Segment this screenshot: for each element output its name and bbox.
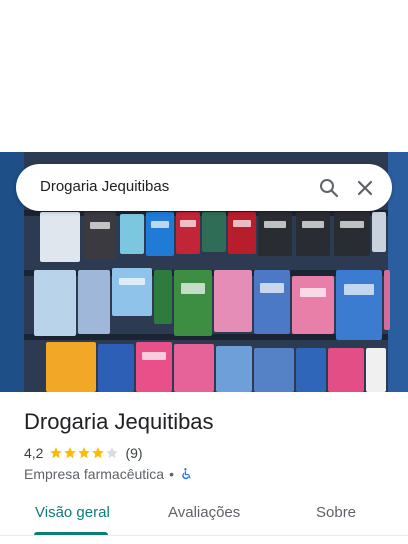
tab-bar: Visão geral Avaliações Sobre <box>0 494 408 538</box>
place-category: Empresa farmacêutica <box>24 466 165 482</box>
product-package <box>40 212 80 262</box>
product-package <box>120 214 144 254</box>
product-package <box>258 212 292 256</box>
tab-reviews[interactable]: Avaliações <box>168 504 240 521</box>
star-icon <box>92 447 105 459</box>
product-package <box>46 342 96 392</box>
star-icon <box>64 447 77 459</box>
product-package <box>372 212 386 252</box>
separator-dot: • <box>169 466 174 482</box>
tab-divider <box>0 535 408 536</box>
product-package <box>84 212 116 260</box>
place-title: Drogaria Jequitibas <box>24 409 214 434</box>
category-row: Empresa farmacêutica • <box>24 465 193 483</box>
product-package <box>136 342 172 392</box>
search-box[interactable]: Drogaria Jequitibas <box>16 164 392 211</box>
search-icon[interactable] <box>317 176 341 200</box>
product-package <box>174 344 214 392</box>
product-package <box>254 270 290 334</box>
rating-row[interactable]: 4,2 (9) <box>24 444 143 462</box>
product-package <box>336 270 382 340</box>
tab-overview[interactable]: Visão geral <box>35 504 110 521</box>
product-package <box>296 348 326 392</box>
star-empty-icon <box>106 447 119 459</box>
product-package <box>384 270 390 330</box>
product-package <box>214 270 252 332</box>
product-package <box>112 268 152 316</box>
tab-about[interactable]: Sobre <box>316 504 356 521</box>
product-package <box>254 348 294 392</box>
product-package <box>292 276 334 334</box>
star-rating <box>49 446 119 460</box>
product-package <box>154 270 172 324</box>
search-input[interactable]: Drogaria Jequitibas <box>40 178 169 195</box>
product-package <box>78 270 110 334</box>
review-count[interactable]: (9) <box>125 445 142 461</box>
product-package <box>98 344 134 392</box>
product-package <box>328 348 364 392</box>
product-package <box>366 348 386 392</box>
wheelchair-icon <box>182 468 191 480</box>
product-package <box>216 346 252 392</box>
product-package <box>34 270 76 336</box>
product-package <box>334 212 370 256</box>
product-package <box>146 212 174 256</box>
product-package <box>174 270 212 336</box>
product-package <box>296 212 330 256</box>
close-icon[interactable] <box>353 176 377 200</box>
product-package <box>176 212 200 254</box>
star-icon <box>50 447 63 459</box>
product-package <box>202 212 226 252</box>
product-package <box>228 212 256 254</box>
star-icon <box>78 447 91 459</box>
rating-value: 4,2 <box>24 445 44 461</box>
